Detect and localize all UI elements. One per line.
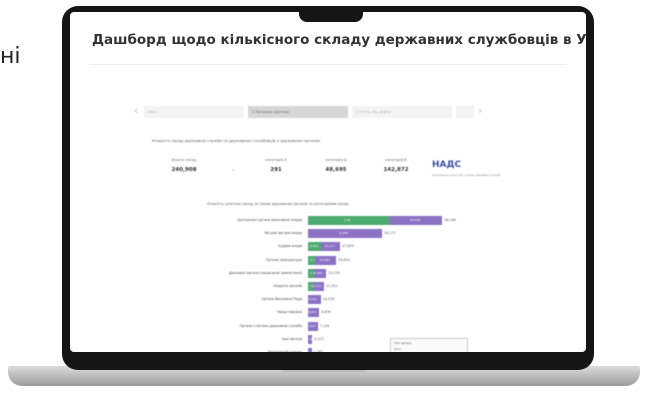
bar-segment-label: 8,445: [313, 270, 323, 275]
bar-total-label: 13,216: [328, 270, 340, 275]
bar-row: Судова влада 9,891 14,117 27,003: [132, 242, 498, 252]
bar-total-label: 2,785: [313, 350, 323, 352]
bar-row: Місцеві органи влади 5,844 53,177: [132, 229, 498, 239]
stat-category-a: категорія А 291: [244, 158, 308, 173]
bar-row: Центральні органи виконавчої влади 1,98 38…: [132, 216, 498, 225]
bar-row: Органи Верховної Ради 6,501 10,228: [132, 295, 498, 305]
bar-total-label: 10,228: [322, 297, 335, 302]
stat-category-b-label: категорія Б: [325, 158, 347, 162]
stat-category-c-label: категорія В: [385, 158, 407, 162]
bar-row: Представники 8,031 8,876: [132, 308, 498, 318]
bar-category-label: Центральні органи виконавчої влади: [237, 218, 302, 222]
stat-total: Всього посад 240,908: [152, 158, 216, 173]
bar-total-label: 3,123: [313, 336, 324, 341]
bar-segment-label: 9,891: [310, 244, 319, 249]
bar-total-label: 27,003: [342, 244, 354, 249]
bar-category-label: Виконавчий апарат: [267, 350, 302, 352]
tab-more[interactable]: [456, 106, 474, 118]
bar-row: Апарати органів2,7918,72111,512: [132, 282, 498, 291]
nads-logo: НАДС: [432, 160, 462, 170]
tabs-prev-arrow-icon[interactable]: ‹: [134, 104, 138, 117]
bar-segment-label: 8,031: [307, 310, 317, 315]
bar-total-label: 11,512: [326, 284, 338, 288]
stat-category-c: категорія В 142,872: [364, 158, 428, 173]
stat-category-b: категорія Б 48,695: [304, 158, 368, 173]
bar-total-label: 96,184: [444, 218, 456, 222]
tab-demographics[interactable]: 2 Стать, вік, освіта: [352, 106, 452, 118]
bar-segment-label: 14,117: [324, 244, 335, 249]
bar-category-label: Державні органи спеціальної компетенції: [228, 270, 302, 275]
bar-segment-label: 8,721: [312, 284, 322, 288]
stat-category-c-value: 142,872: [383, 167, 409, 173]
org-type-filter[interactable]: Тип органу (Усі): [390, 338, 468, 352]
screen-chin: [70, 352, 586, 364]
stat-total-label: Всього посад: [171, 158, 197, 162]
bar-category-label: Інші органи: [281, 336, 302, 341]
bar-total-label: 20,054: [338, 257, 350, 262]
tabs-next-arrow-icon[interactable]: ›: [478, 104, 482, 117]
bar-segment-label: 5,920: [306, 323, 316, 328]
bar-category-label: Місцеві органи влади: [264, 231, 302, 236]
camera-notch: [299, 6, 363, 22]
embedded-dashboard[interactable]: ‹ Зміст 1 Загальна картина 2 Стать, вік,…: [132, 92, 501, 352]
bar-category-label: Органи Верховної Ради: [261, 297, 302, 302]
org-type-filter-value[interactable]: (Усі): [394, 347, 401, 351]
bar-total-label: 7,110: [319, 323, 330, 328]
bar-segment-label: 38,096: [409, 218, 421, 222]
bar-row: Органи прокуратури5,18615,00020,054: [132, 255, 498, 265]
bar-category-label: Органи з питань державної служби: [239, 323, 302, 328]
bar-row: Державні органи спеціальної компетенції4…: [132, 268, 498, 278]
bar-segment-label: 6,501: [308, 297, 317, 302]
stat-category-a-label: категорія А: [265, 158, 287, 162]
bar-segment-label: 15,000: [319, 257, 331, 262]
bar-total-label: 8,876: [321, 310, 331, 315]
bar-row: Органи з питань державної служби 5,920 7,1…: [132, 321, 498, 331]
chart-caption: Кількість штатних посад за типом державн…: [207, 202, 349, 206]
bar-category-label: Органи прокуратури: [265, 257, 302, 262]
tab-contents[interactable]: Зміст: [144, 106, 244, 118]
org-type-filter-label: Тип органу: [394, 341, 412, 345]
bar-category-label: Представники: [276, 310, 302, 315]
stats-equals: =: [232, 168, 235, 172]
bar-segment-label: 1,98: [343, 218, 351, 222]
stats-caption: Кількість посад державної служби та держ…: [152, 138, 321, 143]
bar-total-label: 53,177: [384, 231, 396, 236]
stat-total-value: 240,908: [171, 167, 197, 173]
bar-segment-purple[interactable]: [308, 348, 312, 352]
nads-logo-subtitle: Національне агентство з питань державної…: [432, 174, 501, 177]
bar-category-label: Апарати органів: [273, 284, 302, 288]
stat-category-b-value: 48,695: [325, 167, 347, 173]
clipped-edge-text: ні: [0, 44, 21, 69]
title-divider: [90, 64, 566, 65]
laptop-screen: Дашборд щодо кількісного складу державни…: [70, 12, 586, 352]
bar-category-label: Судова влада: [278, 244, 302, 249]
tab-overview[interactable]: 1 Загальна картина: [248, 106, 348, 118]
bar-segment-label: 2,118: [303, 336, 313, 341]
bar-segment-label: 5,844: [339, 231, 348, 236]
page-title: Дашборд щодо кількісного складу державни…: [92, 32, 586, 48]
dashboard-tabs: Зміст 1 Загальна картина 2 Стать, вік, о…: [144, 106, 474, 118]
stat-category-a-value: 291: [270, 167, 282, 173]
